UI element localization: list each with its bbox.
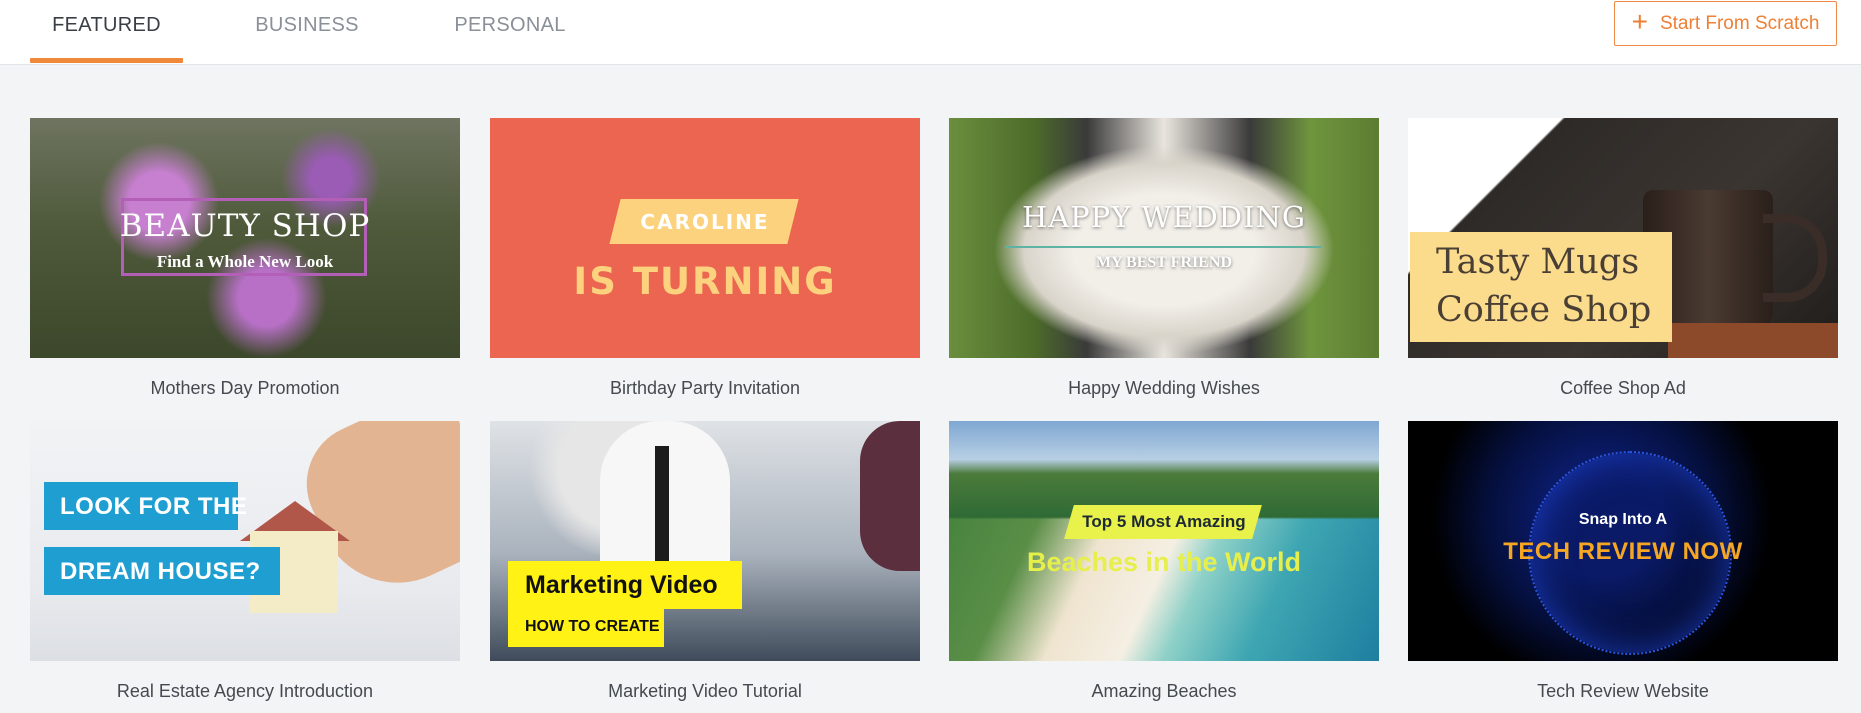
template-thumbnail[interactable]: Snap Into A TECH REVIEW NOW	[1408, 421, 1838, 661]
tab-business[interactable]: BUSINESS	[247, 0, 367, 64]
thumbnail-headline: BEAUTY SHOP	[119, 208, 371, 244]
tab-featured[interactable]: FEATURED	[30, 0, 183, 64]
template-thumbnail[interactable]: CAROLINE IS TURNING	[490, 118, 920, 358]
thumbnail-subline: HOW TO CREATE	[525, 618, 660, 635]
thumbnail-headline: LOOK FOR THE	[60, 493, 248, 520]
thumbnail-subline: DREAM HOUSE?	[60, 558, 261, 585]
person-graphic	[860, 421, 920, 571]
template-thumbnail[interactable]: HAPPY WEDDING MY BEST FRIEND	[949, 118, 1379, 358]
thumbnail-headline: CAROLINE	[640, 210, 770, 234]
plank-graphic	[1668, 323, 1838, 358]
template-card-coffee[interactable]: Tasty Mugs Coffee Shop Coffee Shop Ad	[1408, 118, 1838, 399]
template-thumbnail[interactable]: Tasty Mugs Coffee Shop	[1408, 118, 1838, 358]
plus-icon: +	[1631, 6, 1648, 37]
template-card-birthday[interactable]: CAROLINE IS TURNING Birthday Party Invit…	[490, 118, 920, 399]
mug-handle-graphic	[1763, 214, 1827, 302]
template-caption[interactable]: Real Estate Agency Introduction	[30, 681, 460, 702]
template-card-real-estate[interactable]: LOOK FOR THE DREAM HOUSE? Real Estate Ag…	[30, 421, 460, 702]
thumbnail-subline: MY BEST FRIEND	[1095, 254, 1233, 271]
template-caption[interactable]: Coffee Shop Ad	[1408, 378, 1838, 399]
thumbnail-line-2: Coffee Shop	[1436, 290, 1652, 330]
thumbnail-subline: TECH REVIEW NOW	[1503, 538, 1743, 565]
template-card-tech-review[interactable]: Snap Into A TECH REVIEW NOW Tech Review …	[1408, 421, 1838, 702]
template-thumbnail[interactable]: BEAUTY SHOP Find a Whole New Look	[30, 118, 460, 358]
tie-graphic	[655, 446, 669, 566]
top-bar: FEATURED BUSINESS PERSONAL + Start From …	[0, 0, 1861, 65]
template-caption[interactable]: Happy Wedding Wishes	[949, 378, 1379, 399]
active-tab-indicator	[30, 58, 183, 63]
thumbnail-headline: Tasty Mugs Coffee Shop	[1436, 238, 1676, 334]
template-caption[interactable]: Amazing Beaches	[949, 681, 1379, 702]
thumbnail-headline: Snap Into A	[1578, 511, 1668, 528]
template-card-marketing[interactable]: Marketing Video HOW TO CREATE Marketing …	[490, 421, 920, 702]
start-from-scratch-label: Start From Scratch	[1659, 12, 1820, 34]
template-caption[interactable]: Birthday Party Invitation	[490, 378, 920, 399]
thumbnail-headline: HAPPY WEDDING	[1021, 200, 1307, 234]
template-caption[interactable]: Tech Review Website	[1408, 681, 1838, 702]
template-card-wedding[interactable]: HAPPY WEDDING MY BEST FRIEND Happy Weddi…	[949, 118, 1379, 399]
template-thumbnail[interactable]: LOOK FOR THE DREAM HOUSE?	[30, 421, 460, 661]
tab-personal[interactable]: PERSONAL	[446, 0, 574, 64]
template-caption[interactable]: Marketing Video Tutorial	[490, 681, 920, 702]
start-from-scratch-button[interactable]: + Start From Scratch	[1614, 1, 1837, 46]
template-thumbnail[interactable]: Marketing Video HOW TO CREATE	[490, 421, 920, 661]
template-thumbnail[interactable]: Top 5 Most Amazing Beaches in the World	[949, 421, 1379, 661]
thumbnail-subline: Find a Whole New Look	[156, 252, 334, 271]
thumbnail-divider	[1005, 246, 1321, 248]
thumbnail-headline: Marketing Video	[525, 571, 718, 599]
thumbnail-subline: Beaches in the World	[1026, 547, 1302, 577]
thumbnail-line-1: Tasty Mugs	[1436, 242, 1640, 282]
template-caption[interactable]: Mothers Day Promotion	[30, 378, 460, 399]
template-card-beaches[interactable]: Top 5 Most Amazing Beaches in the World …	[949, 421, 1379, 702]
thumbnail-headline: Top 5 Most Amazing	[1082, 512, 1246, 531]
thumbnail-subline: IS TURNING	[573, 260, 837, 303]
template-card-mothers-day[interactable]: BEAUTY SHOP Find a Whole New Look Mother…	[30, 118, 460, 399]
